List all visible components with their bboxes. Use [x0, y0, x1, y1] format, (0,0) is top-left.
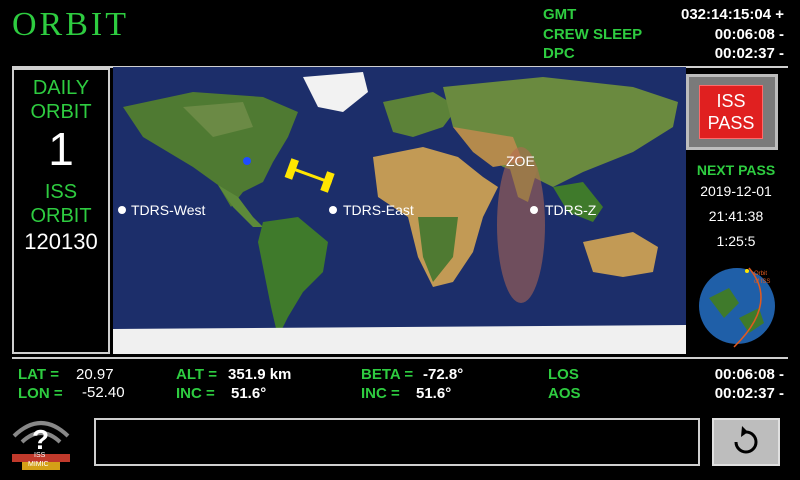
- lon-value: -52.40: [82, 384, 125, 401]
- orbit-globe: Orbit of ISS: [694, 263, 780, 349]
- orbit-count-panel: DAILY ORBIT 1 ISS ORBIT 120130: [12, 68, 110, 354]
- logo-text-1: ISS: [34, 452, 46, 459]
- ground-station-dot: [243, 157, 251, 165]
- lat-label: LAT =: [18, 366, 59, 383]
- bottom-divider: [12, 357, 788, 359]
- iss-pass-button[interactable]: ISS PASS: [686, 74, 778, 150]
- message-box: [94, 418, 700, 466]
- iss-mimic-logo[interactable]: ? ISS MIMIC: [8, 414, 74, 474]
- iss-pass-line2: PASS: [707, 113, 755, 133]
- app-title: ORBIT: [12, 6, 129, 43]
- inc-value-2: 51.6°: [416, 385, 452, 402]
- inc-label-2: INC =: [361, 385, 400, 402]
- dpc-label: DPC: [543, 45, 575, 62]
- next-pass-time: 21:41:38: [708, 208, 764, 224]
- iss-pass-line1: ISS: [716, 91, 746, 111]
- beta-value: -72.8°: [423, 366, 464, 383]
- beta-label: BETA =: [361, 366, 414, 383]
- zoe-zone: [497, 147, 545, 303]
- tdrs-west-dot: [118, 206, 126, 214]
- next-pass-duration: 1:25:5: [716, 233, 756, 249]
- dpc-value: 00:02:37 -: [714, 45, 784, 62]
- crew-sleep-value: 00:06:08 -: [714, 26, 784, 43]
- inc-value-1: 51.6°: [231, 385, 267, 402]
- tdrs-z-label: TDRS-Z: [545, 202, 597, 218]
- gmt-value: 032:14:15:04 +: [681, 6, 784, 23]
- next-pass-label: NEXT PASS: [696, 162, 776, 178]
- globe-icon: [699, 267, 775, 348]
- tdrs-z-dot: [530, 206, 538, 214]
- daily-orbit-value: 1: [48, 123, 74, 175]
- iss-orbit-label-2: ORBIT: [30, 205, 92, 227]
- aos-value: 00:02:37 -: [714, 385, 784, 402]
- globe-caption-1: Orbit: [754, 271, 768, 277]
- tdrs-east-dot: [329, 206, 337, 214]
- tdrs-west-label: TDRS-West: [131, 202, 206, 218]
- tdrs-east-label: TDRS-East: [343, 202, 414, 218]
- daily-orbit-label-1: DAILY: [32, 77, 90, 99]
- los-value: 00:06:08 -: [714, 366, 784, 383]
- lat-value: 20.97: [76, 366, 114, 383]
- refresh-icon: [734, 426, 758, 454]
- logo-text-2: MIMIC: [28, 461, 49, 468]
- inc-label-1: INC =: [176, 385, 215, 402]
- world-map[interactable]: TDRS-West TDRS-East TDRS-Z ZOE: [113, 67, 686, 354]
- next-pass-date: 2019-12-01: [700, 183, 772, 199]
- alt-label: ALT =: [176, 366, 217, 383]
- daily-orbit-label-2: ORBIT: [30, 101, 92, 123]
- refresh-button[interactable]: [712, 418, 780, 466]
- los-label: LOS: [548, 366, 579, 383]
- lon-label: LON =: [18, 385, 63, 402]
- gmt-label: GMT: [543, 6, 577, 23]
- crew-sleep-label: CREW SLEEP: [543, 26, 643, 43]
- globe-caption-2: of ISS: [754, 279, 771, 285]
- zoe-label: ZOE: [506, 153, 535, 169]
- alt-value: 351.9 km: [228, 366, 292, 383]
- antarctica-shape: [113, 325, 686, 354]
- iss-orbit-label-1: ISS: [44, 181, 78, 203]
- aos-label: AOS: [548, 385, 581, 402]
- iss-orbit-value: 120130: [24, 229, 98, 254]
